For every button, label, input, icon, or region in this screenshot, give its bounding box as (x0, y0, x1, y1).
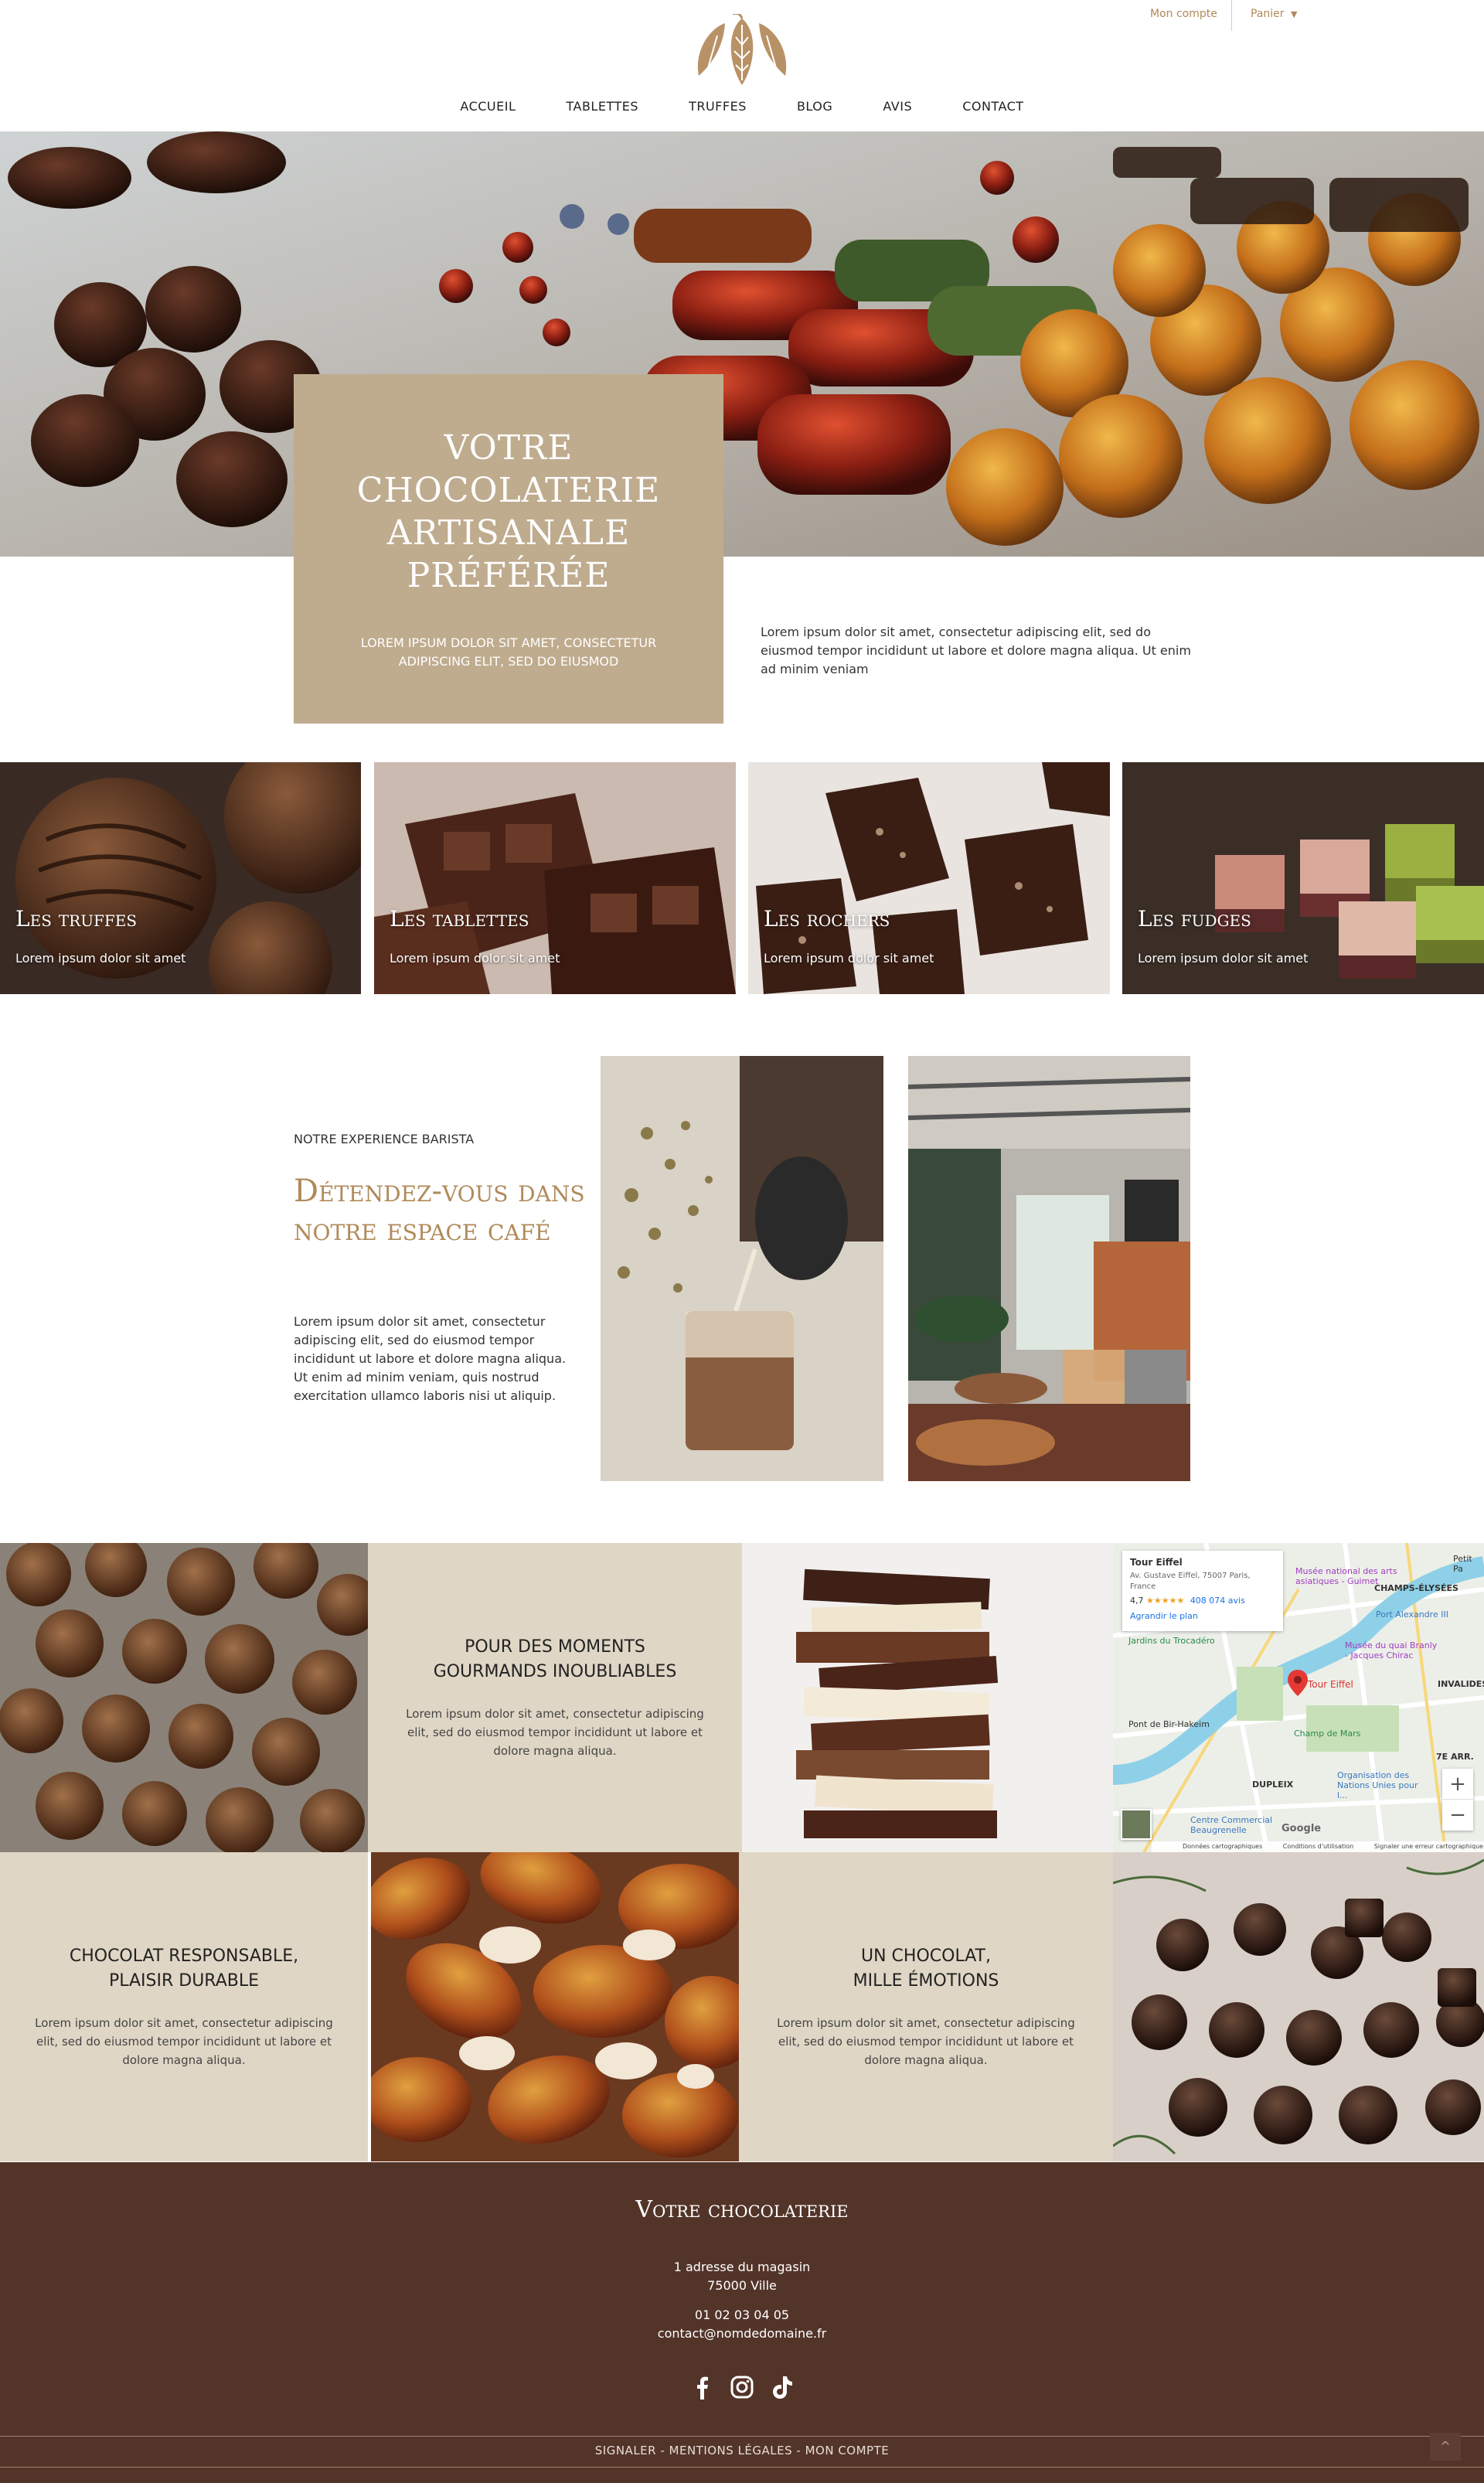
map-label: Petit Pa (1453, 1554, 1472, 1574)
map-label: INVALIDES (1438, 1679, 1484, 1689)
footer: Votre chocolaterie 1 adresse du magasin … (0, 2162, 1484, 2483)
footer-address-line2: 75000 Ville (707, 2278, 777, 2293)
feature-text: Lorem ipsum dolor sit amet, consectetur … (35, 2016, 333, 2067)
feature-title: CHOCOLAT RESPONSABLE, PLAISIR DURABLE (69, 1947, 299, 1991)
back-to-top-button[interactable]: ^ (1430, 2433, 1461, 2461)
hero-image (0, 131, 1484, 557)
map-address: Av. Gustave Eiffel, 75007 Paris, France (1130, 1572, 1251, 1591)
nav-item-blog[interactable]: BLOG (797, 99, 832, 114)
feature-cell-emotions: UN CHOCOLAT, MILLE ÉMOTIONS Lorem ipsum … (739, 1852, 1113, 2161)
map-footer-item[interactable]: Signaler une erreur cartographique (1374, 1843, 1483, 1850)
cart-label: Panier (1251, 8, 1285, 20)
nav-item-avis[interactable]: AVIS (883, 99, 912, 114)
map-label: DUPLEIX (1252, 1780, 1294, 1790)
zoom-in-button[interactable]: + (1442, 1769, 1473, 1800)
map-pin-icon[interactable] (1288, 1670, 1308, 1696)
category-title: Les tablettes (390, 906, 529, 932)
footer-title: Votre chocolaterie (635, 2196, 849, 2223)
map-label: CHAMPS-ÉLYSÉES (1374, 1583, 1458, 1593)
footer-email[interactable]: contact@nomdedomaine.fr (0, 2325, 1484, 2343)
cafe-interior-image (908, 1056, 1190, 1481)
map-place-name: Tour Eiffel (1130, 1557, 1183, 1568)
footer-address-line1: 1 adresse du magasin (673, 2260, 811, 2274)
map-zoom-controls: + − (1442, 1769, 1473, 1831)
map-satellite-toggle[interactable] (1121, 1809, 1152, 1840)
category-card-truffes[interactable]: Les truffes Lorem ipsum dolor sit amet (0, 762, 361, 994)
chevron-up-icon: ^ (1440, 2439, 1451, 2454)
feature-text: Lorem ipsum dolor sit amet, consectetur … (777, 2016, 1075, 2067)
feature-title: POUR DES MOMENTS GOURMANDS INOUBLIABLES (433, 1637, 677, 1681)
map-label: 7E ARR. (1436, 1752, 1474, 1762)
nav-item-accueil[interactable]: ACCUEIL (460, 99, 516, 114)
map-footer-item[interactable]: Conditions d'utilisation (1283, 1843, 1353, 1850)
coffee-pour-image (601, 1056, 883, 1481)
caret-down-icon: ▼ (1290, 9, 1298, 19)
google-logo: Google (1281, 1823, 1322, 1834)
header: Mon compte Panier ▼ ACCUEIL TABLETTES TR… (0, 0, 1484, 131)
nav-item-tablettes[interactable]: TABLETTES (566, 99, 638, 114)
category-title: Les fudges (1138, 906, 1251, 932)
feature-text: Lorem ipsum dolor sit amet, consectetur … (406, 1707, 704, 1758)
map-marker-label: Tour Eiffel (1308, 1679, 1353, 1690)
footer-divider (0, 2436, 1484, 2437)
social-icons (690, 2374, 794, 2400)
account-link[interactable]: Mon compte (1150, 8, 1217, 20)
map-label: Pont de Bir-Hakeim (1128, 1719, 1210, 1729)
map-label: Port Alexandre III (1376, 1609, 1448, 1620)
cart-link[interactable]: Panier ▼ (1251, 8, 1297, 20)
map-label: Musée du quai Branly - Jacques Chirac (1345, 1640, 1438, 1660)
nav-item-contact[interactable]: CONTACT (962, 99, 1023, 114)
category-card-tablettes[interactable]: Les tablettes Lorem ipsum dolor sit amet (374, 762, 736, 994)
topbar-divider (1231, 0, 1232, 31)
category-subtitle: Lorem ipsum dolor sit amet (764, 951, 934, 966)
map-rating: 4,7 (1130, 1596, 1144, 1606)
barista-text: Lorem ipsum dolor sit amet, consectetur … (294, 1314, 567, 1403)
footer-divider (0, 2467, 1484, 2468)
category-title: Les truffes (15, 906, 138, 932)
hero-subtitle: LOREM IPSUM DOLOR SIT AMET, CONSECTETUR … (360, 635, 657, 669)
cocoa-pods-image (371, 1852, 739, 2161)
bonbons-image (1113, 1852, 1484, 2161)
chocolate-stack-image (742, 1543, 1113, 1852)
facebook-icon[interactable] (690, 2375, 713, 2400)
category-subtitle: Lorem ipsum dolor sit amet (390, 951, 560, 966)
hero-card: VOTRE CHOCOLATERIE ARTISANALE PRÉFÉRÉE L… (294, 374, 723, 724)
footer-phone[interactable]: 01 02 03 04 05 (0, 2306, 1484, 2325)
truffles-grid-image (0, 1543, 368, 1852)
nav-item-truffes[interactable]: TRUFFES (689, 99, 747, 114)
feature-cell-responsable: CHOCOLAT RESPONSABLE, PLAISIR DURABLE Lo… (0, 1852, 368, 2161)
zoom-out-button[interactable]: − (1442, 1800, 1473, 1831)
main-nav: ACCUEIL TABLETTES TRUFFES BLOG AVIS CONT… (0, 99, 1484, 114)
map-label: Jardins du Trocadéro (1128, 1636, 1215, 1646)
hero-title: VOTRE CHOCOLATERIE ARTISANALE PRÉFÉRÉE (356, 428, 661, 595)
map-label: Champ de Mars (1294, 1729, 1361, 1739)
category-subtitle: Lorem ipsum dolor sit amet (15, 951, 186, 966)
instagram-icon[interactable] (730, 2376, 754, 2399)
footer-bottom-links[interactable]: SIGNALER - MENTIONS LÉGALES - MON COMPTE (0, 2444, 1484, 2457)
map-label: Organisation des Nations Unies pour l... (1337, 1770, 1418, 1800)
map-enlarge-link[interactable]: Agrandir le plan (1130, 1611, 1275, 1622)
barista-title: Détendez-vous dans notre espace café (294, 1173, 585, 1248)
map-info-card: Tour Eiffel Av. Gustave Eiffel, 75007 Pa… (1122, 1551, 1283, 1631)
map-stars: ★★★★★ (1146, 1596, 1185, 1606)
map-embed[interactable]: Tour Eiffel Av. Gustave Eiffel, 75007 Pa… (1113, 1543, 1484, 1852)
cocoa-pod-logo-icon (697, 12, 787, 85)
category-card-fudges[interactable]: Les fudges Lorem ipsum dolor sit amet (1122, 762, 1484, 994)
tiktok-icon[interactable] (771, 2375, 794, 2400)
logo[interactable] (679, 12, 805, 88)
category-card-rochers[interactable]: Les rochers Lorem ipsum dolor sit amet (748, 762, 1110, 994)
map-footer-item[interactable]: Données cartographiques (1183, 1843, 1262, 1850)
category-subtitle: Lorem ipsum dolor sit amet (1138, 951, 1309, 966)
feature-cell-moments: POUR DES MOMENTS GOURMANDS INOUBLIABLES … (368, 1543, 742, 1852)
barista-eyebrow: NOTRE EXPERIENCE BARISTA (294, 1132, 475, 1146)
category-title: Les rochers (764, 906, 890, 932)
hero-intro-text: Lorem ipsum dolor sit amet, consectetur … (761, 625, 1191, 676)
feature-title: UN CHOCOLAT, MILLE ÉMOTIONS (853, 1947, 999, 1991)
map-reviews-link[interactable]: 408 074 avis (1190, 1596, 1245, 1606)
map-footer-bar: Données cartographiques Conditions d'uti… (1152, 1841, 1484, 1852)
